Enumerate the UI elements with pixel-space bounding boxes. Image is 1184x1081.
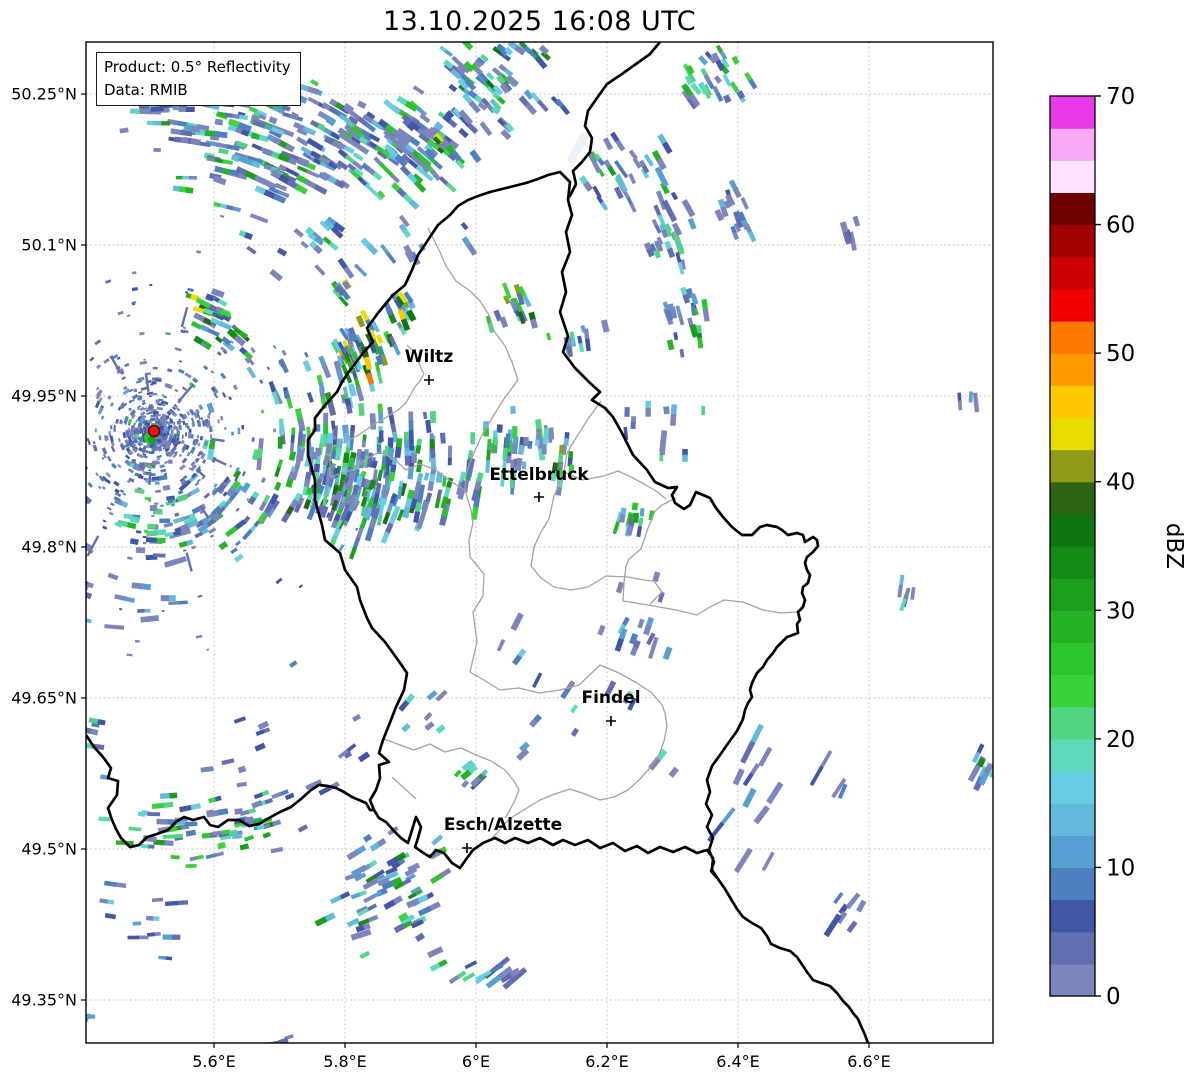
colorbar-band [1050, 353, 1095, 386]
colorbar-band [1050, 417, 1095, 451]
region-border [464, 379, 519, 673]
radar-ground-clutter [86, 214, 376, 657]
region-border [622, 599, 798, 616]
colorbar-band [1050, 610, 1095, 644]
colorbar-band [1050, 963, 1095, 997]
colorbar-band [1050, 96, 1095, 129]
colorbar-tick-label: 30 [1106, 598, 1135, 624]
map-content: Wiltz Ettelbruck Findel Esch/Alzette [86, 42, 993, 1043]
colorbar-band [1050, 771, 1095, 804]
colorbar-band [1050, 385, 1095, 419]
product-info-box: Product: 0.5° Reflectivity Data: RMIB [96, 52, 301, 106]
y-tick-label: 49.65°N [11, 689, 77, 708]
colorbar-band [1050, 192, 1095, 226]
colorbar-band [1050, 288, 1095, 322]
colorbar-band [1050, 803, 1095, 836]
city-esch-alzette: Esch/Alzette [444, 815, 562, 853]
colorbar-tick-label: 50 [1106, 341, 1135, 367]
colorbar-band [1050, 546, 1095, 579]
colorbar-band [1050, 867, 1095, 901]
city-label: Esch/Alzette [444, 815, 562, 835]
y-tick-label: 50.1°N [21, 236, 77, 255]
radar-figure: 13.10.2025 16:08 UTC Wiltz Ettelbruck Find… [0, 0, 1184, 1081]
x-tick-label: 5.8°E [323, 1052, 367, 1071]
x-tick-label: 6.4°E [716, 1052, 760, 1071]
city-findel: Findel [581, 688, 641, 726]
x-tick-label: 6°E [462, 1052, 490, 1071]
colorbar-band [1050, 481, 1095, 515]
colorbar-band [1050, 674, 1095, 708]
city-label: Wiltz [405, 347, 454, 367]
country-borders [86, 42, 870, 1043]
x-tick-label: 5.6°E [192, 1052, 236, 1071]
y-tick-label: 49.8°N [21, 538, 77, 557]
colorbar-tick-label: 20 [1106, 727, 1135, 753]
colorbar: 0 10 20 30 40 50 60 70 dBZ [1049, 84, 1184, 1010]
data-source-line: Data: RMIB [104, 80, 188, 99]
city-marker-icon [534, 492, 544, 502]
x-tick-label: 6.2°E [585, 1052, 629, 1071]
city-marker-icon [424, 375, 434, 385]
colorbar-band [1050, 578, 1095, 611]
y-tick-label: 49.95°N [11, 387, 77, 406]
x-tick-label: 6.6°E [847, 1052, 891, 1071]
y-tick-label: 49.5°N [21, 840, 77, 859]
country-border [716, 877, 870, 1043]
colorbar-band [1050, 449, 1095, 483]
colorbar-tick-label: 10 [1106, 855, 1135, 881]
colorbar-band [1050, 899, 1095, 933]
colorbar-band [1050, 321, 1095, 354]
colorbar-band [1050, 835, 1095, 869]
y-tick-label: 49.35°N [11, 991, 77, 1010]
radar-map-plot: Wiltz Ettelbruck Findel Esch/Alzette 5.6°E 5.… [11, 41, 1184, 1071]
city-ettelbruck: Ettelbruck [489, 465, 589, 502]
y-tick-label: 50.25°N [11, 85, 77, 104]
product-line: Product: 0.5° Reflectivity [104, 58, 291, 76]
colorbar-band [1050, 128, 1095, 161]
city-wiltz: Wiltz [405, 347, 454, 385]
colorbar-tick-label: 40 [1106, 470, 1135, 496]
colorbar-tick-label: 70 [1106, 84, 1135, 110]
city-labels: Wiltz Ettelbruck Findel Esch/Alzette [405, 347, 641, 853]
colorbar-band [1050, 642, 1095, 676]
city-label: Ettelbruck [489, 465, 589, 485]
echo-blob [148, 436, 156, 444]
city-label: Findel [581, 688, 640, 708]
colorbar-band [1050, 224, 1095, 258]
region-border [383, 738, 520, 819]
colorbar-axis-label: dBZ [1161, 523, 1184, 569]
echo-smudge [567, 132, 589, 164]
colorbar-band [1050, 738, 1095, 772]
colorbar-band [1050, 931, 1095, 965]
region-border [530, 471, 663, 605]
colorbar-tick-label: 0 [1106, 984, 1121, 1010]
colorbar-tick-label: 60 [1106, 213, 1135, 239]
radar-echoes [86, 42, 993, 1043]
colorbar-band [1050, 513, 1095, 547]
colorbar-band [1050, 706, 1095, 740]
colorbar-band [1050, 160, 1095, 194]
region-border [391, 776, 417, 800]
colorbar-band [1050, 256, 1095, 290]
radar-site-dot [147, 424, 161, 438]
